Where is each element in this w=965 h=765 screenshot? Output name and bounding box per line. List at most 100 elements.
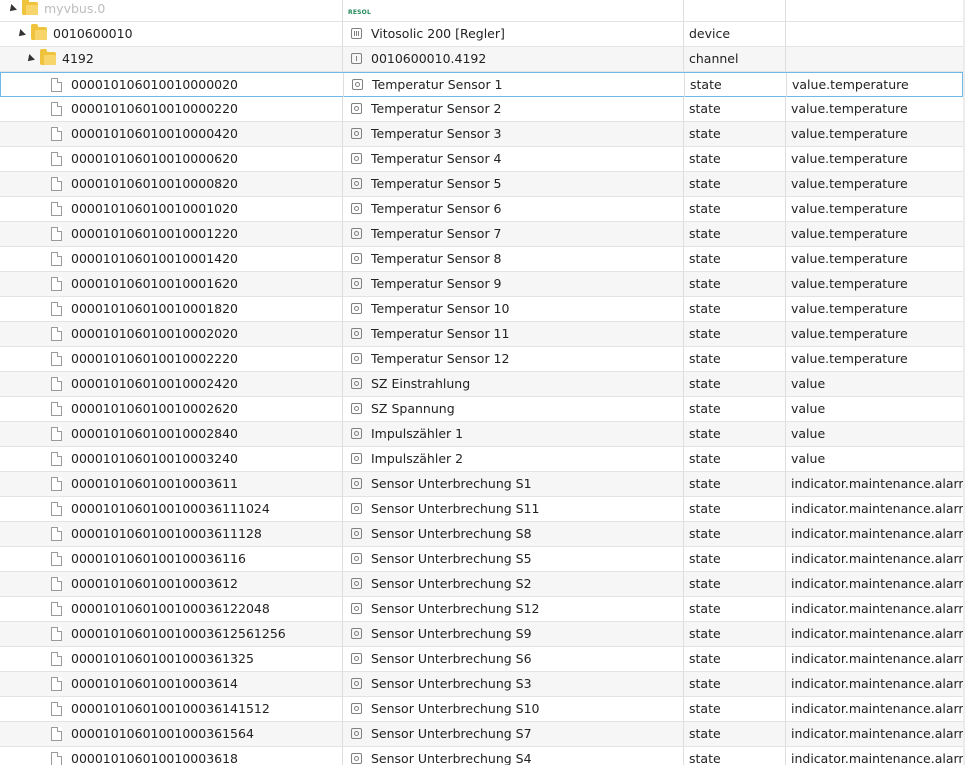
tree-row-state[interactable]: 000010106010010001220 Temperatur Sensor … <box>0 222 963 247</box>
tree-row-channel[interactable]: 4192 0010600010.4192 channel <box>0 47 963 72</box>
expand-arrow-icon[interactable] <box>16 29 26 39</box>
id-cell: 000010106010010003611128 <box>0 522 343 546</box>
state-id: 000010106010010001020 <box>71 201 239 216</box>
tree-row-state[interactable]: 000010106010010001820 Temperatur Sensor … <box>0 297 963 322</box>
name-cell: Sensor Unterbrechung S6 <box>343 647 684 671</box>
state-type: state <box>689 276 721 291</box>
tree-row-state[interactable]: 000010106010010000620 Temperatur Sensor … <box>0 147 963 172</box>
state-icon <box>351 728 362 739</box>
state-name: Sensor Unterbrechung S5 <box>371 551 532 566</box>
state-name: Temperatur Sensor 2 <box>371 101 502 116</box>
role-cell: indicator.maintenance.alarm <box>786 697 963 721</box>
object-tree: myvbus.0 RESOL 0010600010 Vitosolic 200 … <box>0 0 965 765</box>
role-cell: value.temperature <box>786 222 963 246</box>
state-icon <box>351 128 362 139</box>
tree-row-device[interactable]: 0010600010 Vitosolic 200 [Regler] device <box>0 22 963 47</box>
role-cell: value <box>786 397 963 421</box>
state-type: state <box>689 176 721 191</box>
tree-row-state[interactable]: 000010106010010001020 Temperatur Sensor … <box>0 197 963 222</box>
role-cell: indicator.maintenance.alarm <box>786 547 963 571</box>
state-type: state <box>689 226 721 241</box>
state-id: 000010106010010002840 <box>71 426 239 441</box>
id-cell: 000010106010010001420 <box>0 247 343 271</box>
tree-row-state[interactable]: 000010106010010003612 Sensor Unterbrechu… <box>0 572 963 597</box>
tree-row-state[interactable]: 000010106010010002020 Temperatur Sensor … <box>0 322 963 347</box>
state-name: Temperatur Sensor 10 <box>371 301 510 316</box>
tree-row-root[interactable]: myvbus.0 RESOL <box>0 0 963 22</box>
tree-row-state[interactable]: 000010106010010001620 Temperatur Sensor … <box>0 272 963 297</box>
file-icon <box>51 277 62 291</box>
type-cell: state <box>684 297 786 321</box>
state-role: indicator.maintenance.alarm <box>791 501 963 516</box>
tree-row-state[interactable]: 000010106010010000020 Temperatur Sensor … <box>0 72 963 97</box>
tree-row-state[interactable]: 0000101060100100036111024 Sensor Unterbr… <box>0 497 963 522</box>
expand-arrow-icon[interactable] <box>7 4 17 14</box>
tree-row-state[interactable]: 000010106010010003240 Impulszähler 2 sta… <box>0 447 963 472</box>
state-role: indicator.maintenance.alarm <box>791 651 963 666</box>
state-id: 00001010601001000361564 <box>71 726 254 741</box>
state-id: 000010106010010000020 <box>71 77 239 92</box>
state-name: SZ Einstrahlung <box>371 376 471 391</box>
tree-row-state[interactable]: 00001010601001000361325 Sensor Unterbrec… <box>0 647 963 672</box>
type-cell: state <box>684 222 786 246</box>
tree-row-state[interactable]: 000010106010010003611128 Sensor Unterbre… <box>0 522 963 547</box>
state-role: value.temperature <box>792 77 909 92</box>
type-cell: state <box>684 622 786 646</box>
state-role: value.temperature <box>791 101 908 116</box>
state-id: 000010106010010003240 <box>71 451 239 466</box>
tree-row-state[interactable]: 000010106010010000220 Temperatur Sensor … <box>0 97 963 122</box>
state-icon <box>351 203 362 214</box>
state-type: state <box>689 301 721 316</box>
type-cell: state <box>684 97 786 121</box>
name-cell: Temperatur Sensor 3 <box>343 122 684 146</box>
state-type: state <box>689 501 721 516</box>
type-cell: state <box>684 747 786 765</box>
state-role: value.temperature <box>791 126 908 141</box>
tree-row-state[interactable]: 000010106010010001420 Temperatur Sensor … <box>0 247 963 272</box>
tree-row-state[interactable]: 000010106010010000420 Temperatur Sensor … <box>0 122 963 147</box>
id-cell: 0010600010 <box>0 22 343 46</box>
tree-row-state[interactable]: 000010106010010002840 Impulszähler 1 sta… <box>0 422 963 447</box>
tree-row-state[interactable]: 000010106010010002220 Temperatur Sensor … <box>0 347 963 372</box>
tree-row-state[interactable]: 000010106010010002620 SZ Spannung state … <box>0 397 963 422</box>
tree-row-state[interactable]: 000010106010010002420 SZ Einstrahlung st… <box>0 372 963 397</box>
file-icon <box>51 652 62 666</box>
id-cell: 0000101060100100036141512 <box>0 697 343 721</box>
role-cell <box>786 22 963 46</box>
name-cell: Sensor Unterbrechung S10 <box>343 697 684 721</box>
tree-row-state[interactable]: 0000101060100100036116 Sensor Unterbrech… <box>0 547 963 572</box>
tree-row-state[interactable]: 000010106010010003614 Sensor Unterbrechu… <box>0 672 963 697</box>
name-cell: Sensor Unterbrechung S5 <box>343 547 684 571</box>
state-type: state <box>689 476 721 491</box>
state-role: indicator.maintenance.alarm <box>791 626 963 641</box>
state-name: Impulszähler 1 <box>371 426 464 441</box>
tree-row-state[interactable]: 000010106010010000820 Temperatur Sensor … <box>0 172 963 197</box>
id-cell: 000010106010010000020 <box>1 73 344 97</box>
state-id: 000010106010010000420 <box>71 126 239 141</box>
tree-row-state[interactable]: 0000101060100100036122048 Sensor Unterbr… <box>0 597 963 622</box>
state-type: state <box>689 526 721 541</box>
state-name: Sensor Unterbrechung S2 <box>371 576 532 591</box>
folder-icon <box>40 49 56 65</box>
state-type: state <box>689 101 721 116</box>
tree-row-state[interactable]: 000010106010010003618 Sensor Unterbrechu… <box>0 747 963 765</box>
file-icon <box>51 727 62 741</box>
state-type: state <box>689 326 721 341</box>
state-role: indicator.maintenance.alarm <box>791 526 963 541</box>
tree-row-state[interactable]: 000010106010010003611 Sensor Unterbrechu… <box>0 472 963 497</box>
name-cell: Sensor Unterbrechung S7 <box>343 722 684 746</box>
tree-row-state[interactable]: 00001010601001000361564 Sensor Unterbrec… <box>0 722 963 747</box>
file-icon <box>51 427 62 441</box>
state-type: state <box>689 751 721 765</box>
state-icon <box>351 378 362 389</box>
type-cell: state <box>684 697 786 721</box>
file-icon <box>51 502 62 516</box>
tree-row-state[interactable]: 000010106010010003612561256 Sensor Unter… <box>0 622 963 647</box>
name-cell: Temperatur Sensor 12 <box>343 347 684 371</box>
state-name: Sensor Unterbrechung S3 <box>371 676 532 691</box>
expand-arrow-icon[interactable] <box>25 54 35 64</box>
name-cell: RESOL <box>343 0 684 21</box>
id-cell: 000010106010010003611 <box>0 472 343 496</box>
tree-row-state[interactable]: 0000101060100100036141512 Sensor Unterbr… <box>0 697 963 722</box>
id-cell: 000010106010010000820 <box>0 172 343 196</box>
